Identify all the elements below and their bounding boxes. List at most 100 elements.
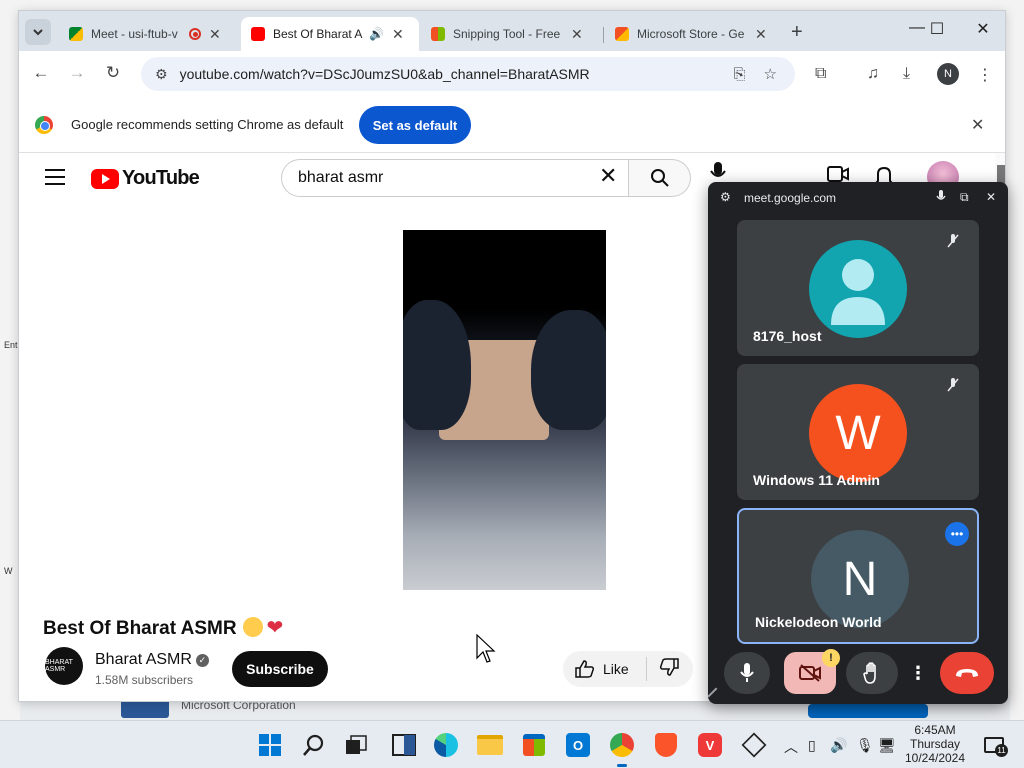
- bing-icon: [615, 27, 629, 41]
- notification-center-icon[interactable]: 11: [984, 737, 1008, 757]
- new-tab-button[interactable]: +: [791, 21, 803, 44]
- volume-icon[interactable]: 🔊: [830, 737, 847, 754]
- participant-name: Windows 11 Admin: [753, 472, 880, 488]
- search-button[interactable]: [629, 159, 691, 197]
- hand-icon: [863, 662, 876, 684]
- raise-hand-button[interactable]: [846, 652, 898, 694]
- start-button[interactable]: [256, 731, 284, 759]
- close-icon[interactable]: ✕: [209, 26, 221, 43]
- tab-meet[interactable]: Meet - usi-ftub-v ✕: [59, 17, 231, 51]
- google-meet-icon: [69, 27, 83, 41]
- vivaldi-app[interactable]: V: [696, 731, 724, 759]
- chrome-app[interactable]: [608, 731, 636, 767]
- tab-search-button[interactable]: [25, 19, 51, 45]
- brave-app[interactable]: [652, 731, 680, 759]
- url-text[interactable]: youtube.com/watch?v=DScJ0umzSU0&ab_chann…: [180, 66, 734, 82]
- set-default-button[interactable]: Set as default: [359, 106, 471, 144]
- video-frame-hand: [531, 310, 606, 430]
- resize-handle[interactable]: [708, 687, 725, 704]
- pip-url: meet.google.com: [744, 191, 837, 205]
- mic-muted-icon: [947, 234, 959, 251]
- microphone-icon[interactable]: 🎙: [856, 737, 874, 754]
- close-icon[interactable]: ✕: [392, 26, 404, 43]
- participant-tile[interactable]: 8176_host: [737, 220, 979, 356]
- person-icon: [831, 259, 885, 325]
- dislike-button[interactable]: [647, 657, 679, 681]
- youtube-icon: [251, 27, 265, 41]
- profile-avatar[interactable]: N: [937, 63, 959, 85]
- mic-button[interactable]: [724, 652, 770, 694]
- file-explorer-app[interactable]: [476, 731, 504, 759]
- more-options-button[interactable]: ⋮: [906, 652, 930, 694]
- forward-button[interactable]: →: [65, 63, 89, 83]
- tab-youtube[interactable]: Best Of Bharat A 🔊 ✕: [241, 17, 419, 51]
- search-icon: [650, 169, 669, 187]
- more-options-icon[interactable]: •••: [945, 522, 969, 546]
- tab-microsoft-store[interactable]: Microsoft Store - Ge ✕: [605, 17, 777, 51]
- battery-icon[interactable]: ▯: [808, 737, 816, 754]
- package-app[interactable]: [740, 731, 768, 759]
- maximize-button[interactable]: ☐: [917, 19, 957, 39]
- reload-button[interactable]: ↻: [101, 63, 125, 83]
- clear-search-icon[interactable]: ✕: [599, 163, 617, 189]
- edge-app[interactable]: [432, 731, 460, 759]
- windows-logo-icon: [259, 734, 281, 756]
- taskbar-search-button[interactable]: [300, 731, 328, 759]
- media-controls-icon[interactable]: ♫: [867, 65, 879, 83]
- like-dislike-group: Like: [563, 651, 693, 687]
- heart-emoji-icon: ❤: [266, 617, 284, 639]
- widgets-button[interactable]: [390, 731, 418, 759]
- widgets-icon: [392, 734, 416, 756]
- clock-time: 6:45AM: [914, 723, 956, 737]
- warning-badge-icon: !: [822, 649, 840, 667]
- youtube-logo[interactable]: YouTube: [91, 167, 200, 190]
- windows-taskbar: O V ︿ ▯ 🔊 🎙 🖥 6:45AM Thursday 10/24/2024…: [0, 720, 1024, 768]
- search-input[interactable]: bharat asmr: [281, 159, 629, 197]
- mic-icon[interactable]: [936, 190, 946, 206]
- more-menu-icon[interactable]: ⋮: [977, 65, 993, 85]
- channel-name-text[interactable]: Bharat ASMR: [95, 651, 192, 668]
- close-icon[interactable]: ✕: [986, 190, 996, 204]
- subscribe-button[interactable]: Subscribe: [232, 651, 328, 687]
- task-view-button[interactable]: [342, 731, 370, 759]
- back-button[interactable]: ←: [29, 63, 53, 83]
- participant-tile[interactable]: N Nickelodeon World •••: [737, 508, 979, 644]
- network-icon[interactable]: 🖥: [878, 737, 896, 754]
- channel-name[interactable]: Bharat ASMR ✓: [95, 651, 209, 669]
- like-button[interactable]: Like: [563, 657, 647, 681]
- video-frame-hand: [403, 300, 471, 430]
- outlook-app[interactable]: O: [564, 731, 592, 759]
- site-settings-icon[interactable]: ⚙: [720, 190, 731, 204]
- show-hidden-icons[interactable]: ︿: [784, 737, 798, 757]
- store-icon: [523, 734, 545, 756]
- microsoft-store-app[interactable]: [520, 731, 548, 759]
- participant-tile[interactable]: W Windows 11 Admin: [737, 364, 979, 500]
- leave-call-button[interactable]: [940, 652, 994, 694]
- address-bar[interactable]: ⚙ youtube.com/watch?v=DScJ0umzSU0&ab_cha…: [141, 57, 795, 91]
- desktop-text: W: [4, 566, 13, 576]
- close-window-button[interactable]: ✕: [963, 19, 1003, 39]
- extensions-icon[interactable]: ⧉: [815, 65, 826, 83]
- youtube-play-icon: [91, 168, 119, 189]
- clock-date: 10/24/2024: [904, 751, 966, 765]
- bookmark-star-icon[interactable]: ☆: [764, 65, 777, 83]
- back-to-tab-icon[interactable]: ⧉: [960, 190, 969, 205]
- logo-text: YouTube: [122, 167, 200, 189]
- menu-icon[interactable]: [45, 169, 65, 190]
- close-icon[interactable]: ✕: [755, 26, 767, 43]
- close-icon[interactable]: ✕: [571, 26, 583, 43]
- like-label: Like: [603, 661, 629, 677]
- system-clock[interactable]: 6:45AM Thursday 10/24/2024: [900, 723, 970, 765]
- tab-snipping-tool[interactable]: Snipping Tool - Free ✕: [421, 17, 593, 51]
- close-icon[interactable]: ✕: [971, 115, 984, 135]
- speaker-icon[interactable]: 🔊: [369, 27, 384, 41]
- video-player[interactable]: [403, 230, 606, 590]
- download-icon[interactable]: ⤓: [903, 65, 910, 83]
- ms-store-icon: [431, 27, 445, 41]
- default-browser-infobar: Google recommends setting Chrome as defa…: [19, 97, 1005, 153]
- install-app-icon[interactable]: ⎘: [734, 66, 746, 83]
- site-settings-icon[interactable]: ⚙: [155, 66, 168, 83]
- background-button[interactable]: [808, 704, 928, 718]
- channel-avatar[interactable]: BHARAT ASMR: [45, 647, 83, 685]
- outlook-icon: O: [566, 733, 590, 757]
